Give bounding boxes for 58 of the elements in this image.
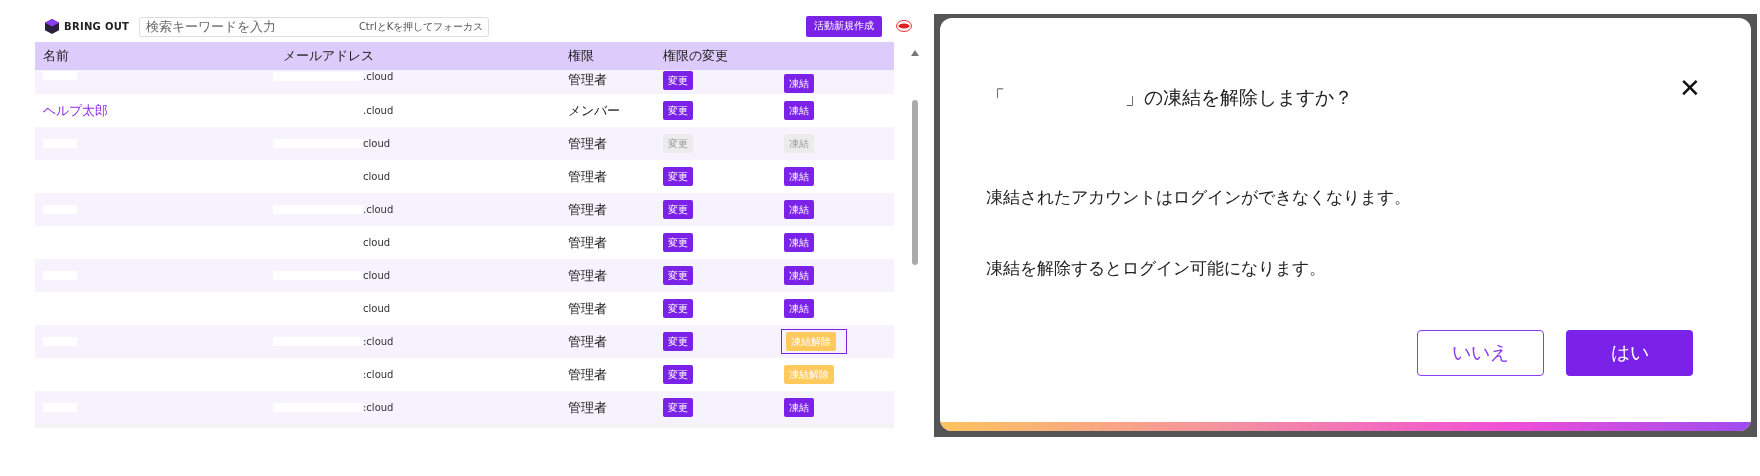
role-text: 管理者 xyxy=(568,168,607,184)
change-button[interactable]: 変更 xyxy=(663,101,693,120)
cube-logo-icon xyxy=(45,18,59,34)
role-text: 管理者 xyxy=(568,72,607,87)
email-text: cloud xyxy=(363,138,391,149)
freeze-button[interactable]: 凍結 xyxy=(784,398,814,417)
freeze-button[interactable]: 凍結 xyxy=(784,233,814,252)
role-text: 管理者 xyxy=(568,300,607,316)
change-button[interactable]: 変更 xyxy=(663,266,693,285)
role-text: 管理者 xyxy=(568,234,607,250)
dialog-message: 凍結されたアカウントはログインができなくなります。 xyxy=(986,186,1412,209)
email-text: .cloud xyxy=(363,71,394,82)
avatar-icon[interactable] xyxy=(896,20,912,32)
role-text: 管理者 xyxy=(568,135,607,151)
freeze-button[interactable]: 凍結 xyxy=(784,74,814,93)
change-button[interactable]: 変更 xyxy=(663,167,693,186)
role-text: メンバー xyxy=(568,102,620,118)
dialog-message: 凍結を解除するとログイン可能になります。 xyxy=(986,257,1327,280)
email-text: cloud xyxy=(363,270,391,281)
email-text: cloud xyxy=(363,303,391,314)
freeze-button[interactable]: 凍結 xyxy=(784,101,814,120)
column-header: メールアドレス xyxy=(283,47,375,65)
dialog-title: 「 」の凍結を解除しますか？ xyxy=(986,85,1353,110)
email-text: cloud xyxy=(363,237,391,248)
email-text: :cloud xyxy=(363,336,394,347)
role-text: 管理者 xyxy=(568,333,607,349)
change-button[interactable]: 変更 xyxy=(663,71,693,90)
scrollbar-thumb[interactable] xyxy=(912,100,918,265)
yes-button[interactable]: はい xyxy=(1566,330,1693,376)
scroll-up-icon[interactable] xyxy=(911,50,919,56)
change-button[interactable]: 変更 xyxy=(663,365,693,384)
shortcut-hint: CtrlとKを押してフォーカス xyxy=(358,20,484,34)
freeze-button[interactable]: 凍結 xyxy=(784,266,814,285)
email-text: .cloud xyxy=(363,105,394,116)
change-button[interactable]: 変更 xyxy=(663,332,693,351)
freeze-button[interactable]: 凍結 xyxy=(784,299,814,318)
user-name-link[interactable]: ヘルプ太郎 xyxy=(43,101,108,120)
column-header: 権限 xyxy=(568,47,595,65)
email-text: :cloud xyxy=(363,369,394,380)
role-text: 管理者 xyxy=(568,267,607,283)
brand-name: BRING OUT xyxy=(64,20,130,32)
role-text: 管理者 xyxy=(568,366,607,382)
close-button[interactable]: ✕ xyxy=(1679,75,1701,101)
email-text: :cloud xyxy=(363,402,394,413)
create-activity-button[interactable]: 活動新規作成 xyxy=(806,15,882,37)
no-button[interactable]: いいえ xyxy=(1417,330,1544,376)
freeze-button[interactable]: 凍結 xyxy=(784,167,814,186)
change-button[interactable]: 変更 xyxy=(663,398,693,417)
role-text: 管理者 xyxy=(568,201,607,217)
change-button[interactable]: 変更 xyxy=(663,233,693,252)
column-header: 権限の変更 xyxy=(663,47,729,65)
column-header: 名前 xyxy=(42,47,70,65)
role-text: 管理者 xyxy=(568,399,607,415)
change-button[interactable]: 変更 xyxy=(663,299,693,318)
email-text: cloud xyxy=(363,171,391,182)
freeze-button[interactable]: 凍結 xyxy=(784,200,814,219)
email-text: .cloud xyxy=(363,204,394,215)
change-button[interactable]: 変更 xyxy=(663,200,693,219)
